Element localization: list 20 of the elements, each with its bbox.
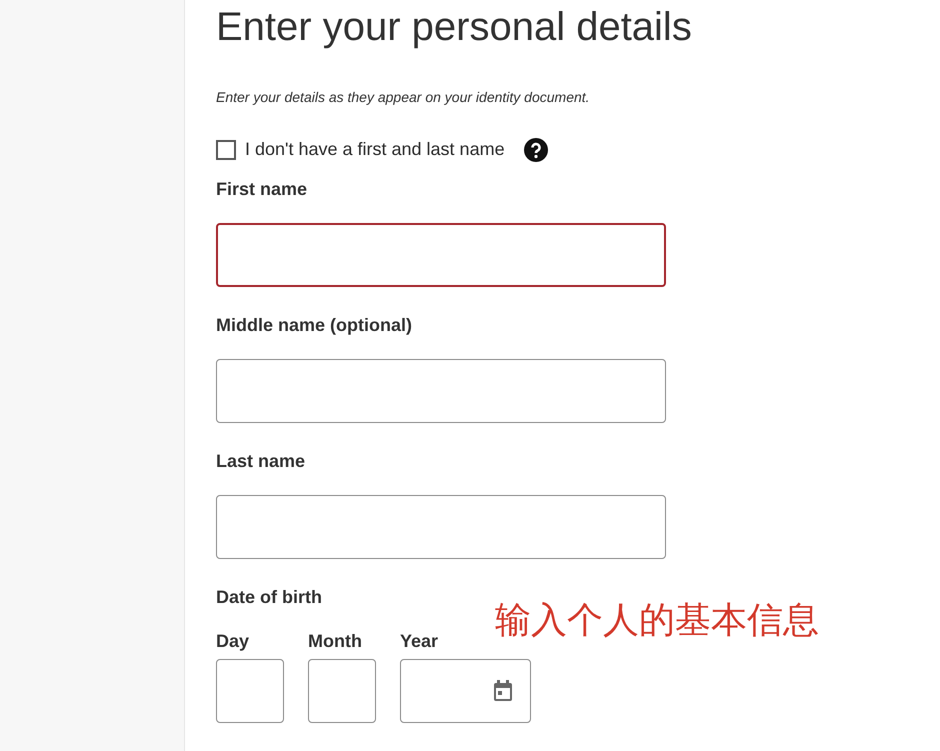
text-field[interactable] bbox=[216, 359, 666, 423]
instruction-text: Enter your details as they appear on your identity document. bbox=[216, 88, 591, 107]
field-label: Day bbox=[216, 630, 250, 653]
field-label: Date of birth bbox=[216, 586, 323, 609]
annotation-text: 输入个人的基本信息 bbox=[495, 598, 819, 642]
field-label: Month bbox=[308, 630, 362, 653]
text-field[interactable] bbox=[216, 223, 666, 287]
calendar-icon[interactable] bbox=[492, 679, 514, 703]
field-label: Middle name (optional) bbox=[216, 314, 413, 337]
help-icon[interactable] bbox=[524, 138, 548, 162]
no-name-checkbox[interactable] bbox=[216, 140, 236, 160]
text-field[interactable] bbox=[216, 495, 666, 559]
page-title: Enter your personal details bbox=[216, 4, 693, 51]
checkbox-label[interactable]: I don't have a first and last name bbox=[245, 136, 505, 163]
field-label: First name bbox=[216, 178, 308, 201]
field-label: Last name bbox=[216, 450, 306, 473]
field-label: Year bbox=[400, 630, 438, 653]
date-field[interactable] bbox=[308, 659, 376, 723]
year-field[interactable] bbox=[400, 659, 531, 723]
date-field[interactable] bbox=[216, 659, 284, 723]
